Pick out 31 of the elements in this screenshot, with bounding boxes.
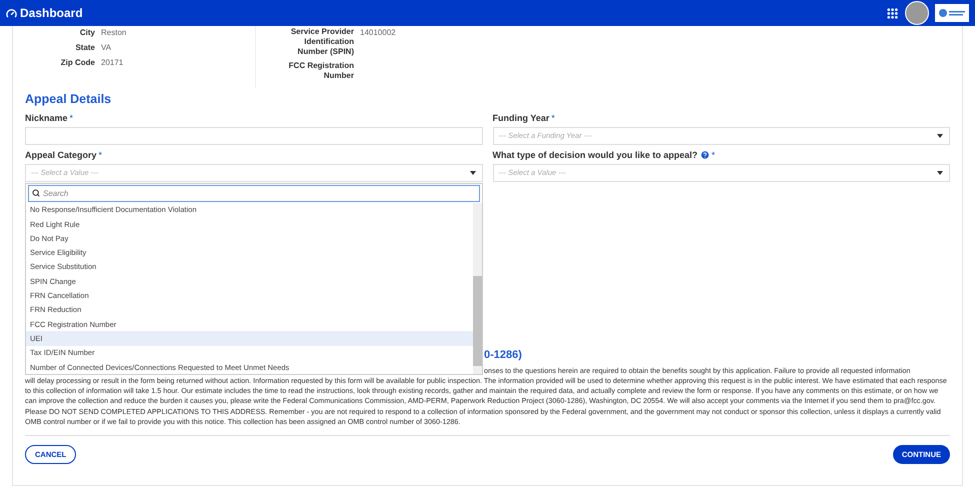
search-field[interactable]: Search xyxy=(28,184,480,202)
caret-icon xyxy=(937,134,943,138)
caret-icon xyxy=(470,170,476,175)
summary-label: Zip Code xyxy=(60,57,95,69)
field-label: Funding Year xyxy=(492,112,550,125)
avatar[interactable] xyxy=(905,1,929,25)
logo-icon[interactable] xyxy=(935,4,969,22)
input-field[interactable] xyxy=(25,126,482,145)
caret-icon xyxy=(937,170,943,175)
summary-label: State xyxy=(74,42,95,54)
section-heading: 0-1286) xyxy=(484,348,523,362)
required-mark: * xyxy=(70,112,74,124)
summary-label: City xyxy=(78,27,95,39)
required-mark: * xyxy=(712,148,716,162)
gauge-icon xyxy=(6,8,17,18)
field-label: Nickname xyxy=(25,112,68,124)
summary-label: Service Provider Identification Number (SPIN) xyxy=(290,27,354,57)
summary-value: Reston xyxy=(101,27,126,39)
apps-grid-icon[interactable] xyxy=(886,6,899,20)
summary-value: VA xyxy=(101,42,112,54)
field-label: What type of decision would you like to appeal? xyxy=(492,148,698,162)
summary-value: 20171 xyxy=(101,57,124,69)
section-heading: Appeal Details xyxy=(25,91,112,108)
required-mark: * xyxy=(98,148,102,162)
search-icon xyxy=(32,189,40,198)
field-label: Appeal Category xyxy=(25,148,97,162)
required-mark: * xyxy=(551,112,555,124)
help-icon[interactable] xyxy=(700,150,710,160)
summary-value: 14010002 xyxy=(360,27,396,39)
page-title: Dashboard xyxy=(20,5,83,22)
summary-label: FCC Registration Number xyxy=(288,61,354,81)
